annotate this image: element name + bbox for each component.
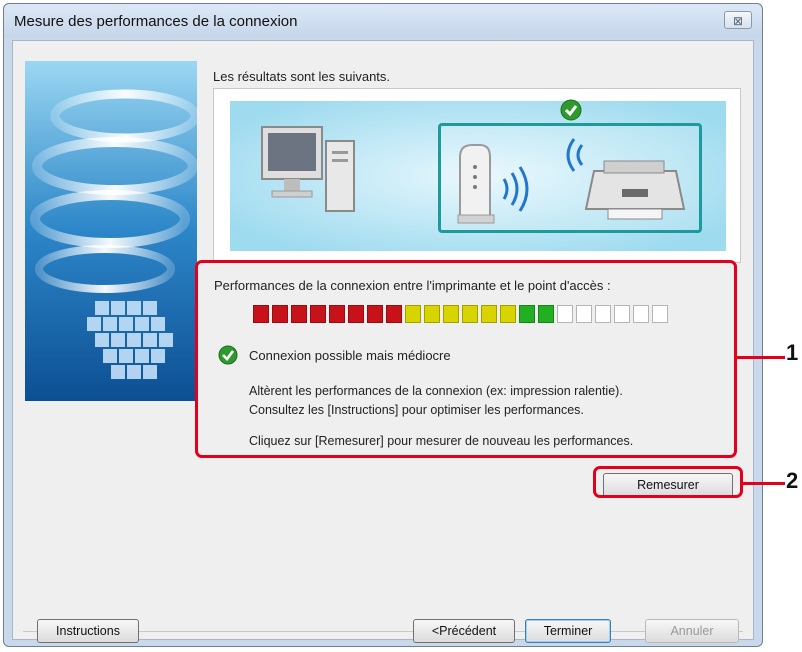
window-title: Mesure des performances de la connexion xyxy=(14,13,298,30)
callout-number-2: 2 xyxy=(786,468,799,493)
callout-box-1 xyxy=(195,260,737,458)
computer-icon xyxy=(261,126,355,212)
checkmark-icon xyxy=(560,99,582,121)
side-banner-image xyxy=(25,61,197,401)
title-bar: Mesure des performances de la connexion … xyxy=(4,4,762,38)
previous-button[interactable]: <Précédent xyxy=(413,619,515,643)
callout-number-1: 1 xyxy=(786,340,799,365)
printer-icon xyxy=(566,138,686,220)
instructions-button[interactable]: Instructions xyxy=(37,619,139,643)
cancel-button: Annuler xyxy=(645,619,739,643)
callout-line-2 xyxy=(743,482,785,485)
callout-line-1 xyxy=(737,356,785,359)
access-point-icon xyxy=(457,144,529,224)
results-label: Les résultats sont les suivants. xyxy=(213,69,391,84)
signal-wave-icon xyxy=(502,166,529,212)
finish-button[interactable]: Terminer xyxy=(525,619,611,643)
close-button[interactable]: ⊠ xyxy=(724,11,752,29)
callout-box-2 xyxy=(593,466,743,498)
connection-illustration xyxy=(213,88,741,263)
